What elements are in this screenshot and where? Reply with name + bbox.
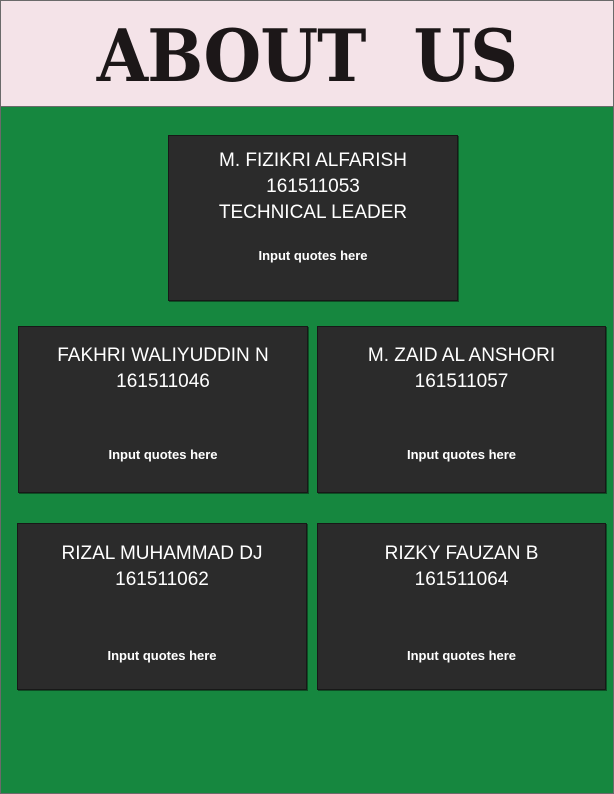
member-name: M. FIZIKRI ALFARISH <box>219 150 407 171</box>
member-quote: Input quotes here <box>406 648 517 663</box>
member-quote: Input quotes here <box>258 248 368 263</box>
member-quote: Input quotes here <box>108 447 218 462</box>
member-info: FAKHRI WALIYUDDIN N 161511046 <box>19 343 307 395</box>
member-info: RIZAL MUHAMMAD DJ 161511062 <box>18 541 306 593</box>
member-name: RIZKY FAUZAN B <box>384 543 539 564</box>
team-card-leader: M. FIZIKRI ALFARISH 161511053 TECHNICAL … <box>168 135 458 301</box>
member-id: 161511046 <box>116 371 210 392</box>
team-card: M. ZAID AL ANSHORI 161511057 Input quote… <box>317 326 606 493</box>
member-name: FAKHRI WALIYUDDIN N <box>57 345 269 366</box>
team-card: RIZKY FAUZAN B 161511064 Input quotes he… <box>317 523 606 690</box>
member-quote: Input quotes here <box>406 447 517 462</box>
page: ABOUT US M. FIZIKRI ALFARISH 161511053 T… <box>0 0 614 794</box>
header-banner: ABOUT US <box>1 1 613 107</box>
team-card: FAKHRI WALIYUDDIN N 161511046 Input quot… <box>18 326 308 493</box>
member-id: 161511062 <box>115 569 209 590</box>
member-id: 161511053 <box>266 176 360 197</box>
member-quote: Input quotes here <box>107 648 217 663</box>
member-id: 161511064 <box>414 569 509 590</box>
member-info: M. FIZIKRI ALFARISH 161511053 TECHNICAL … <box>169 148 457 226</box>
member-info: M. ZAID AL ANSHORI 161511057 <box>318 343 605 395</box>
page-title: ABOUT US <box>96 13 518 98</box>
team-card: RIZAL MUHAMMAD DJ 161511062 Input quotes… <box>17 523 307 690</box>
member-info: RIZKY FAUZAN B 161511064 <box>318 541 605 593</box>
member-role: TECHNICAL LEADER <box>218 202 408 223</box>
member-id: 161511057 <box>414 371 509 392</box>
member-name: M. ZAID AL ANSHORI <box>367 345 556 366</box>
member-name: RIZAL MUHAMMAD DJ <box>61 543 263 564</box>
